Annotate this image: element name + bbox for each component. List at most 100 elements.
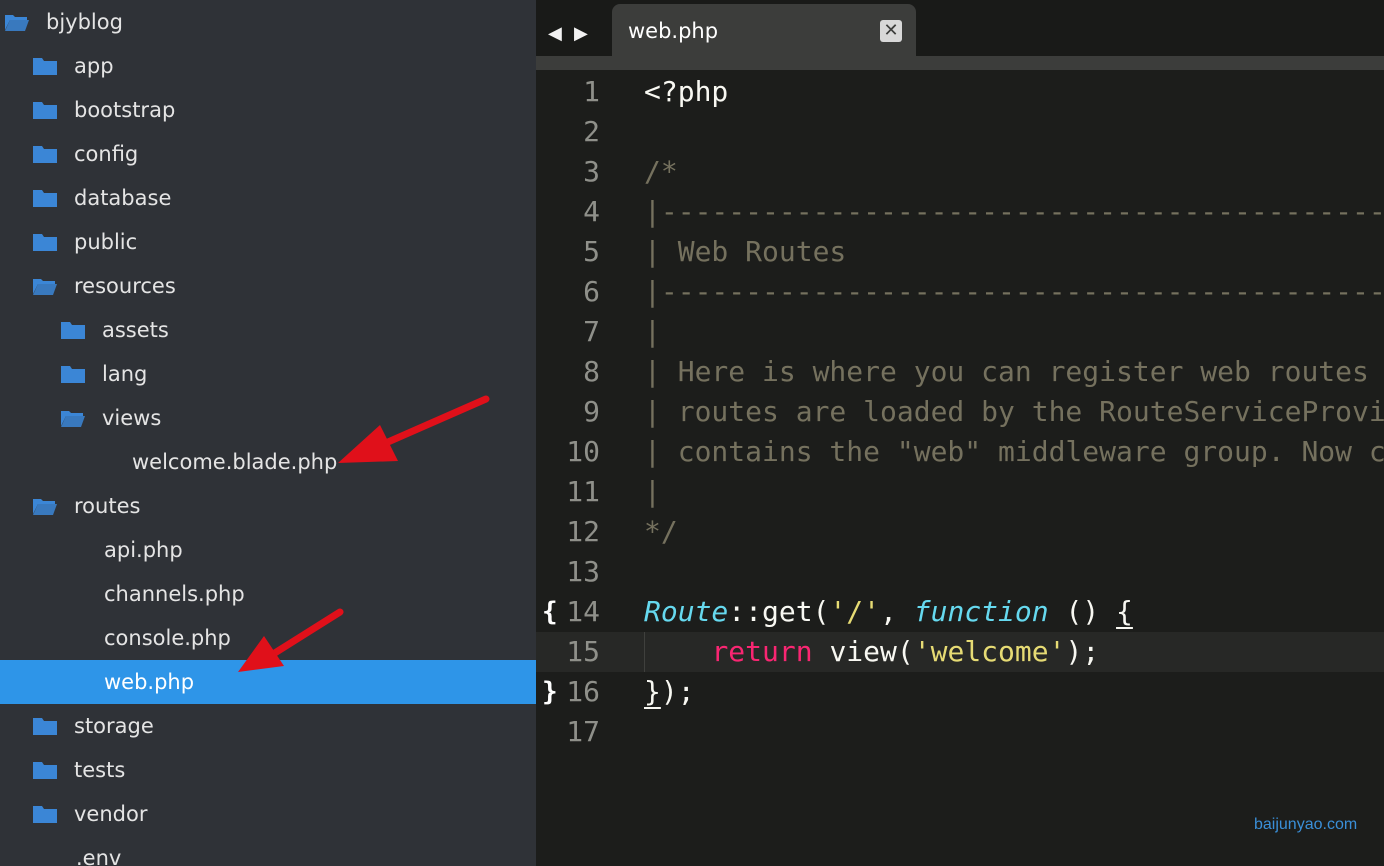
code-token: | Here is where you can register web rou… bbox=[644, 355, 1369, 388]
code-line[interactable]: 7 | bbox=[536, 312, 1384, 352]
tab-web-php[interactable]: web.php ✕ bbox=[612, 4, 916, 58]
sidebar-item-welcome-blade-php[interactable]: welcome.blade.php bbox=[0, 440, 536, 484]
sidebar-item-tests[interactable]: tests bbox=[0, 748, 536, 792]
code-token: |---------------------------------------… bbox=[644, 195, 1384, 228]
code-token: ); bbox=[660, 675, 695, 708]
sidebar-item-channels-php[interactable]: channels.php bbox=[0, 572, 536, 616]
watermark: baijunyao.com bbox=[1254, 816, 1358, 833]
tab-bar: ◀ ▶ web.php ✕ bbox=[536, 0, 1384, 58]
code-token: '/' bbox=[829, 595, 881, 628]
sidebar-item-views[interactable]: views bbox=[0, 396, 536, 440]
sidebar-item-bootstrap[interactable]: bootstrap bbox=[0, 88, 536, 132]
sidebar-item-routes[interactable]: routes bbox=[0, 484, 536, 528]
sidebar-item-app[interactable]: app bbox=[0, 44, 536, 88]
code-line[interactable]: 5 | Web Routes bbox=[536, 232, 1384, 272]
sidebar-item-label: database bbox=[74, 186, 172, 210]
sidebar-item-env[interactable]: .env bbox=[0, 836, 536, 866]
code-token: () bbox=[1048, 595, 1117, 628]
code-token: | bbox=[644, 315, 661, 348]
code-line[interactable]: 1 <?php bbox=[536, 72, 1384, 112]
folder-open-icon bbox=[60, 408, 86, 428]
sidebar-item-label: .env bbox=[76, 846, 122, 866]
line-number: 12 bbox=[566, 515, 600, 548]
tab-label: web.php bbox=[628, 19, 719, 43]
code-text: | bbox=[644, 472, 661, 512]
tab-bar-underline bbox=[536, 56, 1384, 70]
folder-icon bbox=[32, 56, 58, 76]
code-token: { bbox=[1116, 595, 1133, 628]
line-number: 13 bbox=[566, 555, 600, 588]
code-line[interactable]: 3 /* bbox=[536, 152, 1384, 192]
sidebar-item-resources[interactable]: resources bbox=[0, 264, 536, 308]
code-line[interactable]: 9 | routes are loaded by the RouteService… bbox=[536, 392, 1384, 432]
sidebar-item-database[interactable]: database bbox=[0, 176, 536, 220]
code-line[interactable]: 13 bbox=[536, 552, 1384, 592]
folder-icon bbox=[32, 188, 58, 208]
code-line[interactable]: {14 Route::get('/', function () { bbox=[536, 592, 1384, 632]
code-token: /* bbox=[644, 155, 678, 188]
code-line[interactable]: 2 bbox=[536, 112, 1384, 152]
sidebar-item-label: assets bbox=[102, 318, 169, 342]
sidebar-item-public[interactable]: public bbox=[0, 220, 536, 264]
code-line[interactable]: 8 | Here is where you can register web ro… bbox=[536, 352, 1384, 392]
code-token: |---------------------------------------… bbox=[644, 275, 1384, 308]
code-line[interactable]: 17 bbox=[536, 712, 1384, 752]
code-token: ::get( bbox=[728, 595, 830, 628]
code-line[interactable]: 11 | bbox=[536, 472, 1384, 512]
code-editor[interactable]: ◀ ▶ web.php ✕ 1 <?php 2 3 /* 4 |--------------… bbox=[536, 0, 1384, 866]
code-text: | Here is where you can register web rou… bbox=[644, 352, 1384, 392]
code-text: | contains the "web" middleware group. N… bbox=[644, 432, 1384, 472]
folder-icon bbox=[32, 144, 58, 164]
code-token: Route bbox=[644, 595, 729, 628]
code-line[interactable]: } 16}); bbox=[536, 672, 1384, 712]
sidebar-item-config[interactable]: config bbox=[0, 132, 536, 176]
line-number: 9 bbox=[583, 395, 600, 428]
folder-icon bbox=[60, 320, 86, 340]
sidebar-item-assets[interactable]: assets bbox=[0, 308, 536, 352]
code-line[interactable]: 4 |--------------------------------------… bbox=[536, 192, 1384, 232]
sidebar-item-lang[interactable]: lang bbox=[0, 352, 536, 396]
sidebar-item-label: channels.php bbox=[104, 582, 245, 606]
code-text: }); bbox=[644, 672, 695, 712]
file-tree-sidebar: bjyblog app bootstrap config database public r… bbox=[0, 0, 536, 866]
folder-icon bbox=[32, 760, 58, 780]
code-text: */ bbox=[644, 512, 678, 552]
line-number: 1 bbox=[583, 75, 600, 108]
forward-arrow-icon[interactable]: ▶ bbox=[574, 24, 588, 44]
folder-icon bbox=[32, 100, 58, 120]
code-token: , bbox=[880, 595, 914, 628]
sidebar-item-label: storage bbox=[74, 714, 154, 738]
code-line[interactable]: 10 | contains the "web" middleware group.… bbox=[536, 432, 1384, 472]
line-number: 2 bbox=[583, 115, 600, 148]
back-arrow-icon[interactable]: ◀ bbox=[548, 24, 562, 44]
sidebar-item-api-php[interactable]: api.php bbox=[0, 528, 536, 572]
sidebar-item-web-php[interactable]: web.php bbox=[0, 660, 536, 704]
sidebar-item-label: api.php bbox=[104, 538, 183, 562]
code-line[interactable]: 6 |--------------------------------------… bbox=[536, 272, 1384, 312]
code-token: 'welcome' bbox=[913, 635, 1066, 668]
line-number: 6 bbox=[583, 275, 600, 308]
line-number: 15 bbox=[566, 635, 600, 668]
sidebar-item-label: welcome.blade.php bbox=[132, 450, 338, 474]
line-number: 10 bbox=[566, 435, 600, 468]
sidebar-item-bjyblog[interactable]: bjyblog bbox=[0, 0, 536, 44]
code-area[interactable]: 1 <?php 2 3 /* 4 |----------------------------… bbox=[536, 70, 1384, 866]
folder-open-icon bbox=[32, 276, 58, 296]
code-line[interactable]: 15 return view('welcome'); bbox=[536, 632, 1384, 672]
sidebar-item-vendor[interactable]: vendor bbox=[0, 792, 536, 836]
line-number: 4 bbox=[583, 195, 600, 228]
sidebar-item-label: vendor bbox=[74, 802, 148, 826]
line-number: 7 bbox=[583, 315, 600, 348]
code-line[interactable]: 12 */ bbox=[536, 512, 1384, 552]
folder-icon bbox=[32, 716, 58, 736]
code-token: } bbox=[644, 675, 661, 708]
sidebar-item-storage[interactable]: storage bbox=[0, 704, 536, 748]
line-number: 14 bbox=[566, 595, 600, 628]
sidebar-item-label: lang bbox=[102, 362, 148, 386]
sidebar-item-console-php[interactable]: console.php bbox=[0, 616, 536, 660]
close-icon[interactable]: ✕ bbox=[880, 20, 902, 42]
line-number: 16 bbox=[566, 675, 600, 708]
line-number: 11 bbox=[566, 475, 600, 508]
sidebar-item-label: resources bbox=[74, 274, 176, 298]
folder-icon bbox=[60, 364, 86, 384]
